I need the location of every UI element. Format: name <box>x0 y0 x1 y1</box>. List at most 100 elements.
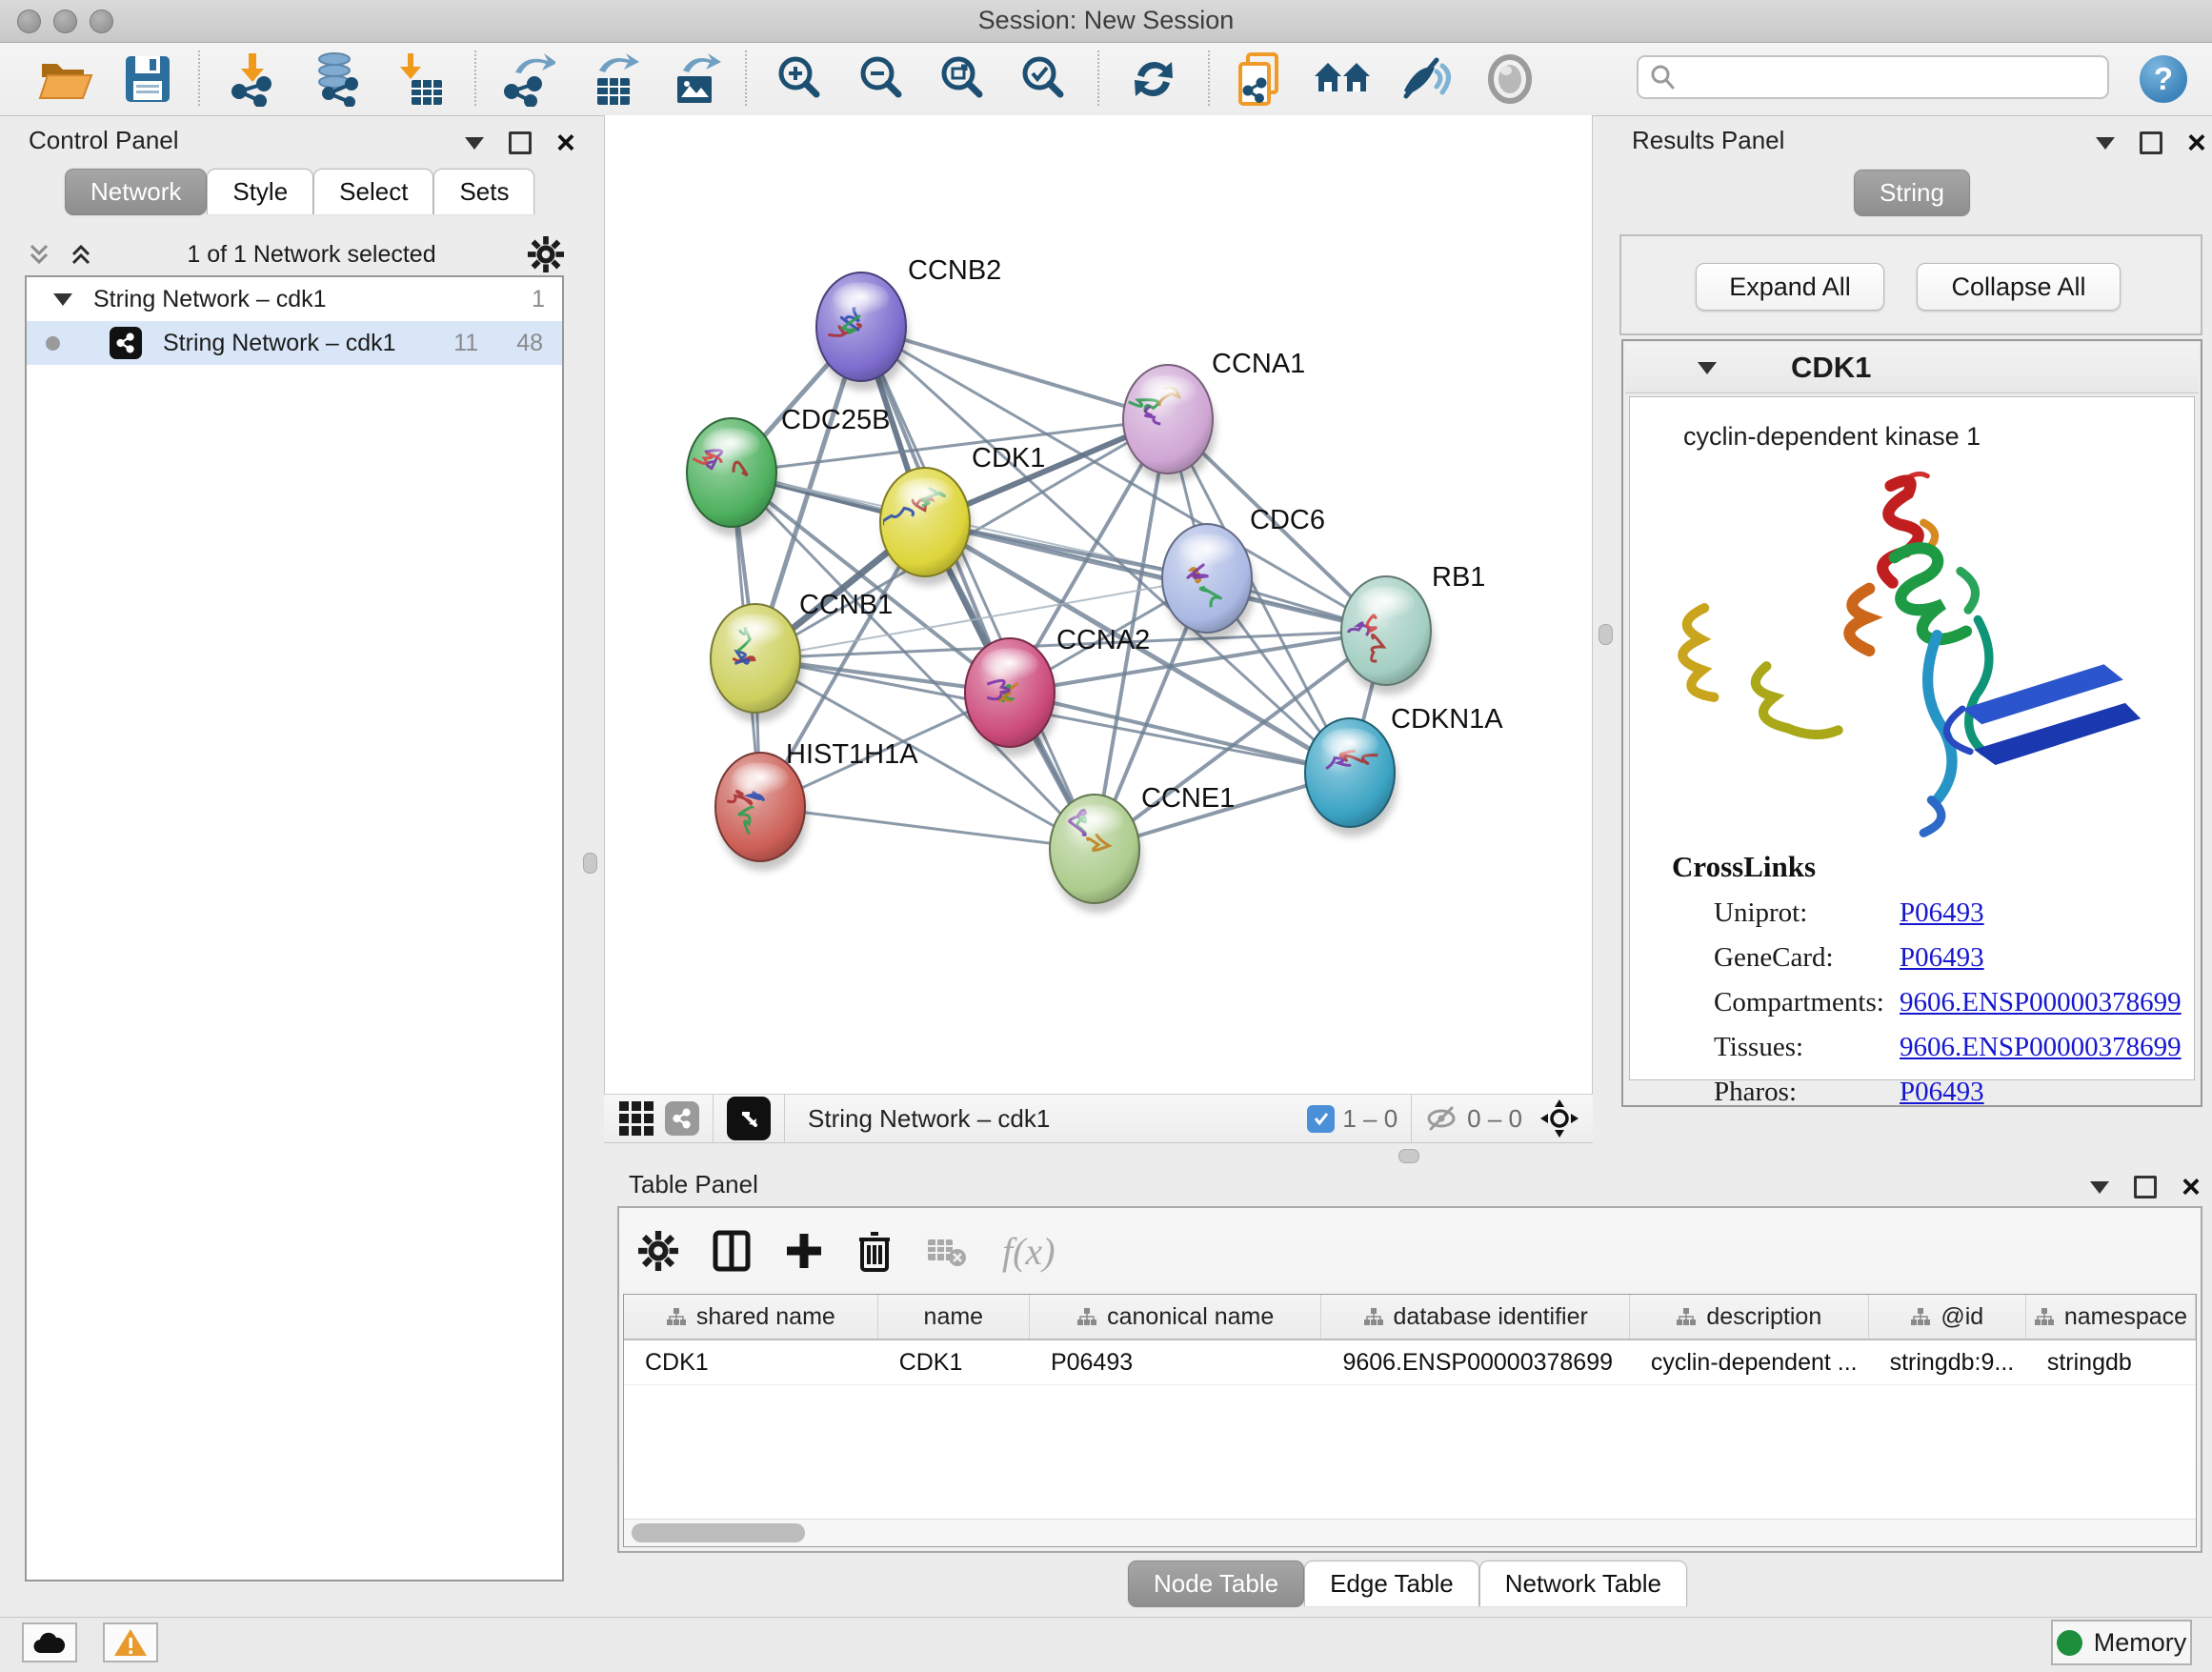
column-header-namespace[interactable]: namespace <box>2026 1295 2196 1339</box>
fit-selected-crosshair-icon[interactable] <box>1539 1098 1579 1138</box>
export-table-button[interactable] <box>581 50 644 108</box>
network-node-CDK1[interactable] <box>880 468 973 586</box>
horizontal-splitter-handle[interactable] <box>1398 1149 1419 1163</box>
collapse-entry-icon[interactable] <box>1698 362 1717 374</box>
save-session-button[interactable] <box>116 50 179 108</box>
table-options-gear-icon[interactable] <box>638 1231 678 1271</box>
collapse-all-chevron-icon[interactable] <box>25 240 53 269</box>
collapse-panel-icon[interactable] <box>2096 137 2115 150</box>
cell-canonical-name[interactable]: P06493 <box>1030 1340 1321 1384</box>
column-header--id[interactable]: @id <box>1869 1295 2026 1339</box>
zoom-selected-button[interactable] <box>1012 50 1075 108</box>
open-session-button[interactable] <box>34 50 97 108</box>
cell-description[interactable]: cyclin-dependent ... <box>1630 1340 1869 1384</box>
column-header-description[interactable]: description <box>1630 1295 1869 1339</box>
hide-unhide-button[interactable] <box>1395 50 1458 108</box>
delete-column-icon[interactable] <box>857 1230 892 1272</box>
expand-all-chevron-icon[interactable] <box>67 240 95 269</box>
float-panel-icon[interactable] <box>2134 1176 2157 1199</box>
crosslink-uniprot-link[interactable]: P06493 <box>1900 897 1984 929</box>
refresh-button[interactable] <box>1122 50 1185 108</box>
tab-edge-table[interactable]: Edge Table <box>1304 1561 1479 1606</box>
tab-string[interactable]: String <box>1854 170 1970 216</box>
network-node-HIST1H1A[interactable] <box>715 753 808 871</box>
tab-node-table[interactable]: Node Table <box>1128 1561 1304 1607</box>
tab-sets[interactable]: Sets <box>433 169 534 214</box>
birds-eye-view-button[interactable] <box>727 1097 771 1140</box>
cell-shared-name[interactable]: CDK1 <box>624 1340 878 1384</box>
network-edge-CCNB2-CCNE1[interactable] <box>861 327 1095 849</box>
network-node-CCNA2[interactable] <box>965 638 1057 756</box>
cloud-button[interactable] <box>22 1622 77 1662</box>
tab-select[interactable]: Select <box>313 169 433 214</box>
network-node-CCNA1[interactable] <box>1123 365 1216 483</box>
network-edge-HIST1H1A-CCNE1[interactable] <box>760 807 1095 849</box>
memory-button[interactable]: Memory <box>2051 1620 2192 1665</box>
float-panel-icon[interactable] <box>509 131 532 154</box>
network-node-CDC25B[interactable] <box>687 418 779 536</box>
close-panel-icon[interactable]: × <box>556 133 575 152</box>
crosslink-tissues-link[interactable]: 9606.ENSP00000378699 <box>1900 1032 2182 1063</box>
cell-database-identifier[interactable]: 9606.ENSP00000378699 <box>1321 1340 1629 1384</box>
export-image-button[interactable] <box>663 50 726 108</box>
home-button[interactable] <box>1311 50 1374 108</box>
float-panel-icon[interactable] <box>2140 131 2162 154</box>
scrollbar-thumb[interactable] <box>632 1523 805 1542</box>
warnings-button[interactable] <box>103 1622 158 1662</box>
expand-all-button[interactable]: Expand All <box>1696 263 1884 311</box>
crosslink-genecard-link[interactable]: P06493 <box>1900 942 1984 974</box>
right-splitter-handle[interactable] <box>1599 624 1613 645</box>
cell--id[interactable]: stringdb:9... <box>1869 1340 2026 1384</box>
close-panel-icon[interactable]: × <box>2187 133 2206 152</box>
left-splitter-handle[interactable] <box>583 853 597 874</box>
zoom-in-button[interactable] <box>768 50 831 108</box>
search-input[interactable] <box>1677 58 2107 96</box>
tab-network[interactable]: Network <box>65 169 207 215</box>
network-collection-row[interactable]: String Network – cdk1 1 <box>27 277 562 321</box>
help-button[interactable]: ? <box>2140 55 2187 103</box>
tab-network-table[interactable]: Network Table <box>1479 1561 1687 1606</box>
tab-style[interactable]: Style <box>207 169 313 214</box>
clone-network-button[interactable] <box>1229 50 1292 108</box>
network-node-CCNB1[interactable] <box>711 604 803 722</box>
column-header-shared-name[interactable]: shared name <box>624 1295 878 1339</box>
import-network-from-database-button[interactable] <box>305 50 368 108</box>
network-label: String Network – cdk1 <box>163 330 396 357</box>
zoom-fit-button[interactable] <box>931 50 994 108</box>
export-network-button[interactable] <box>497 50 560 108</box>
crosslink-compartments-link[interactable]: 9606.ENSP00000378699 <box>1900 987 2182 1018</box>
collapse-panel-icon[interactable] <box>2090 1181 2109 1194</box>
tree-expand-icon[interactable] <box>53 293 72 306</box>
network-node-CDC6[interactable] <box>1162 524 1255 642</box>
selected-checkbox-icon[interactable] <box>1307 1105 1335 1133</box>
gene-header[interactable]: CDK1 <box>1625 343 2199 393</box>
network-options-gear-icon[interactable] <box>528 236 564 272</box>
network-node-CCNB2[interactable] <box>816 272 909 391</box>
close-panel-icon[interactable]: × <box>2182 1178 2201 1197</box>
show-columns-icon[interactable] <box>713 1230 751 1272</box>
network-node-CDKN1A[interactable] <box>1305 718 1398 836</box>
network-node-CCNE1[interactable] <box>1050 795 1142 913</box>
zoom-out-button[interactable] <box>850 50 913 108</box>
network-canvas[interactable]: CCNB2CCNA1CDC25BCDK1CDC6RB1CCNB1CCNA2CDK… <box>604 115 1593 1094</box>
crosslink-pharos-link[interactable]: P06493 <box>1900 1077 1984 1108</box>
grid-view-icon[interactable] <box>619 1101 654 1136</box>
column-header-name[interactable]: name <box>878 1295 1030 1339</box>
import-network-button[interactable] <box>221 50 284 108</box>
string-view-icon[interactable] <box>665 1101 699 1136</box>
network-row-selected[interactable]: String Network – cdk1 11 48 <box>27 321 562 365</box>
table-horizontal-scrollbar[interactable] <box>624 1519 2196 1546</box>
table-row[interactable]: CDK1CDK1P064939606.ENSP00000378699cyclin… <box>624 1340 2196 1385</box>
show-button[interactable] <box>1478 50 1541 108</box>
cell-name[interactable]: CDK1 <box>878 1340 1030 1384</box>
add-column-icon[interactable] <box>785 1232 823 1270</box>
search-field[interactable] <box>1637 55 2109 99</box>
column-header-database-identifier[interactable]: database identifier <box>1321 1295 1629 1339</box>
cell-namespace[interactable]: stringdb <box>2026 1340 2196 1384</box>
network-edge-CDK1-RB1[interactable] <box>925 522 1386 631</box>
network-node-RB1[interactable] <box>1341 576 1434 695</box>
collapse-panel-icon[interactable] <box>465 137 484 150</box>
import-table-button[interactable] <box>389 50 452 108</box>
collapse-all-button[interactable]: Collapse All <box>1917 263 2121 311</box>
column-header-canonical-name[interactable]: canonical name <box>1030 1295 1322 1339</box>
